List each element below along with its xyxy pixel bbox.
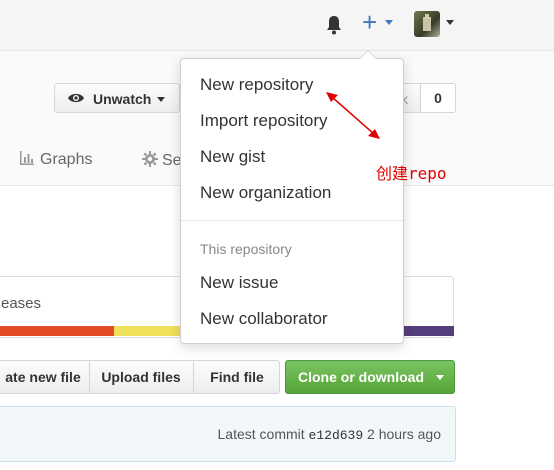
latest-commit-bar: Latest commit e12d639 2 hours ago: [0, 406, 456, 462]
clone-download-label: Clone or download: [298, 369, 424, 385]
chevron-down-icon: [436, 375, 444, 380]
menu-item-new-repository[interactable]: New repository: [200, 75, 313, 95]
chevron-down-icon[interactable]: [385, 20, 393, 25]
bell-icon[interactable]: [324, 14, 344, 36]
language-segment: [404, 326, 454, 336]
plus-icon[interactable]: +: [362, 9, 377, 35]
chevron-down-icon: [157, 97, 165, 102]
find-file-button[interactable]: Find file: [194, 361, 280, 393]
menu-item-new-issue[interactable]: New issue: [200, 273, 278, 293]
tab-settings-label: Se: [162, 152, 182, 169]
eye-icon: [68, 93, 84, 103]
upload-files-button[interactable]: Upload files: [89, 361, 194, 393]
unwatch-label: Unwatch: [93, 91, 152, 107]
clone-download-button[interactable]: Clone or download: [285, 360, 455, 394]
commit-sha-link[interactable]: e12d639: [309, 428, 364, 443]
top-navbar: +: [0, 0, 554, 51]
commit-prefix: Latest commit: [217, 426, 305, 442]
menu-divider: [181, 220, 403, 221]
user-avatar[interactable]: [414, 11, 440, 37]
chevron-down-icon[interactable]: [446, 20, 454, 25]
releases-label[interactable]: eases: [1, 295, 41, 312]
unwatch-button[interactable]: Unwatch: [54, 83, 180, 113]
gear-icon: [142, 151, 158, 167]
tab-graphs-label: Graphs: [40, 151, 93, 168]
commit-time: 2 hours ago: [367, 426, 441, 442]
menu-item-import-repository[interactable]: Import repository: [200, 111, 328, 131]
menu-item-new-collaborator[interactable]: New collaborator: [200, 309, 328, 329]
menu-item-new-organization[interactable]: New organization: [200, 183, 331, 203]
menu-item-new-gist[interactable]: New gist: [200, 147, 265, 167]
tab-graphs[interactable]: Graphs: [20, 151, 92, 169]
menu-section-header: This repository: [200, 241, 292, 257]
create-new-file-button[interactable]: ate new file: [0, 361, 90, 393]
create-new-dropdown: New repository Import repository New gis…: [180, 50, 404, 344]
latest-commit-info: Latest commit e12d639 2 hours ago: [218, 426, 441, 443]
find-file-label: Find file: [210, 369, 264, 385]
annotation-text: 创建repo: [376, 164, 447, 183]
fork-count[interactable]: 0: [420, 83, 456, 113]
dropdown-caret-inner: [360, 51, 376, 59]
file-actions-group: ate new file Upload files Find file: [0, 360, 280, 394]
graph-icon: [20, 151, 34, 165]
tab-settings[interactable]: Se: [142, 151, 182, 170]
upload-files-label: Upload files: [101, 369, 181, 385]
language-segment: [0, 326, 114, 336]
create-new-file-label: ate new file: [5, 369, 81, 385]
